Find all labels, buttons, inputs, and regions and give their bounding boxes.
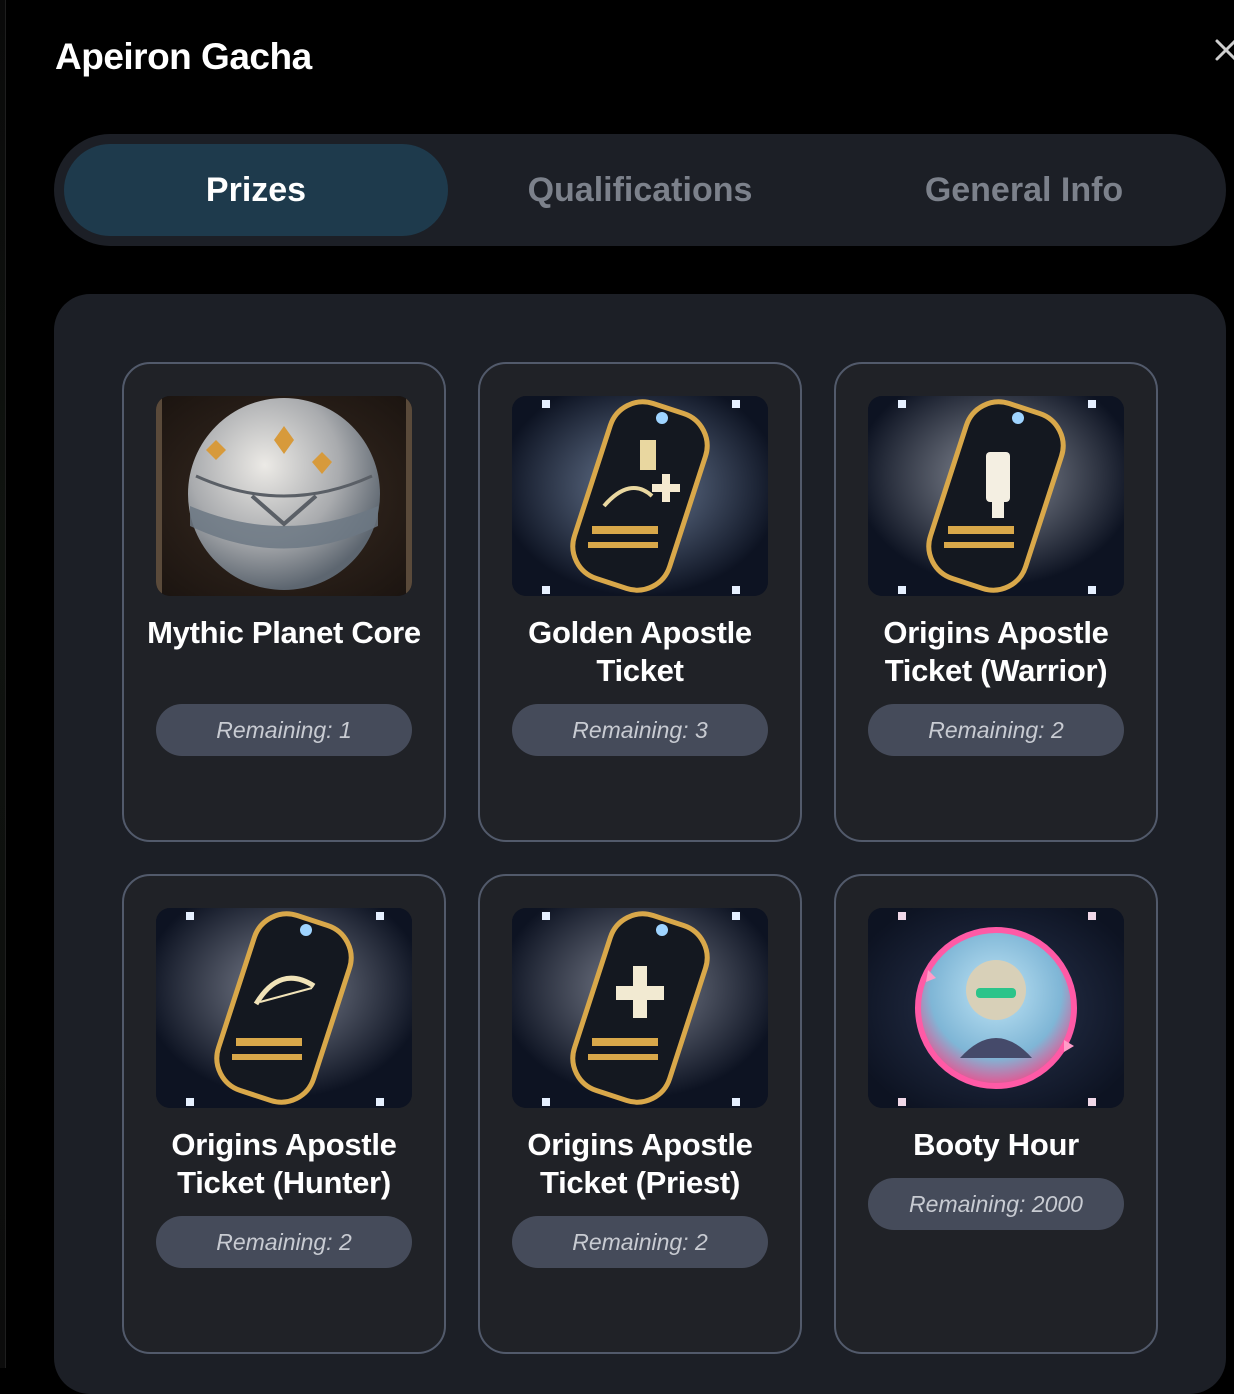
prize-card[interactable]: Golden Apostle Ticket Remaining: 3 — [478, 362, 802, 842]
hunter-ticket-image — [156, 908, 412, 1108]
prizes-panel: Mythic Planet Core Remaining: 1 Golden A… — [54, 294, 1226, 1394]
prize-card[interactable]: Origins Apostle Ticket (Priest) Remainin… — [478, 874, 802, 1354]
tab-prizes[interactable]: Prizes — [64, 144, 448, 236]
prize-card[interactable]: Origins Apostle Ticket (Hunter) Remainin… — [122, 874, 446, 1354]
close-icon[interactable] — [1208, 36, 1234, 68]
remaining-badge: Remaining: 2 — [868, 704, 1124, 756]
golden-ticket-image — [512, 396, 768, 596]
modal-title: Apeiron Gacha — [55, 36, 312, 77]
planet-core-image — [156, 396, 412, 596]
remaining-badge: Remaining: 3 — [512, 704, 768, 756]
remaining-badge: Remaining: 2 — [156, 1216, 412, 1268]
remaining-badge: Remaining: 1 — [156, 704, 412, 756]
remaining-badge: Remaining: 2 — [512, 1216, 768, 1268]
prize-card[interactable]: Booty Hour Remaining: 2000 — [834, 874, 1158, 1354]
prize-card[interactable]: Origins Apostle Ticket (Warrior) Remaini… — [834, 362, 1158, 842]
prize-name: Golden Apostle Ticket — [528, 615, 752, 688]
prize-name: Origins Apostle Ticket (Hunter) — [171, 1127, 397, 1200]
gacha-modal: Apeiron Gacha Prizes Qualifications Gene… — [6, 0, 1234, 1394]
booty-hour-image — [868, 908, 1124, 1108]
priest-ticket-image — [512, 908, 768, 1108]
warrior-ticket-image — [868, 396, 1124, 596]
prize-card[interactable]: Mythic Planet Core Remaining: 1 — [122, 362, 446, 842]
prize-name: Booty Hour — [913, 1127, 1079, 1162]
tab-general-info[interactable]: General Info — [832, 144, 1216, 236]
tab-bar: Prizes Qualifications General Info — [54, 134, 1226, 246]
remaining-badge: Remaining: 2000 — [868, 1178, 1124, 1230]
prize-name: Origins Apostle Ticket (Priest) — [527, 1127, 753, 1200]
tab-qualifications[interactable]: Qualifications — [448, 144, 832, 236]
prize-name: Origins Apostle Ticket (Warrior) — [883, 615, 1109, 688]
prize-name: Mythic Planet Core — [147, 615, 421, 650]
